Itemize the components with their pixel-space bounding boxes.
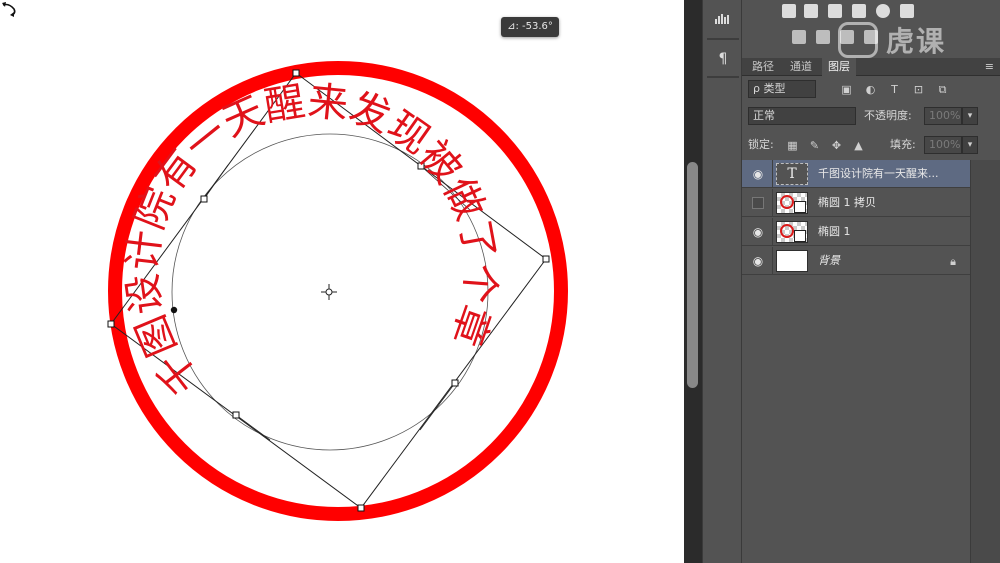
fill-label: 填充: [890, 138, 916, 151]
layer-filter-row: ρ 类型 ▣ ◐ T ⊡ ⧉ [742, 80, 1000, 100]
lock-transparent-icon[interactable]: ▦ [786, 139, 799, 152]
dock-divider [707, 38, 739, 40]
text-layer-thumbnail-icon: T [776, 163, 808, 185]
layer-name[interactable]: 椭圆 1 [818, 218, 958, 246]
vector-mask-icon [794, 201, 806, 213]
eye-column-divider [772, 189, 773, 217]
lock-position-icon[interactable]: ✥ [830, 139, 843, 152]
filter-pixel-icon[interactable]: ▣ [840, 83, 853, 96]
panel-tabs: 路径 通道 图层 ≡ [742, 58, 1000, 76]
ellipse-thumbnail-icon [780, 195, 794, 209]
scrollbar-thumb[interactable] [687, 162, 698, 388]
panel-menu-icon[interactable]: ≡ [985, 60, 994, 73]
layer-name[interactable]: 椭圆 1 拷贝 [818, 189, 958, 217]
eye-column-divider [772, 160, 773, 188]
document-canvas[interactable]: 千图设计院有一天醒来发现被做了个章 ⊿: -53.6° [0, 0, 684, 563]
balance-icon[interactable] [804, 4, 818, 18]
filter-smart-object-icon[interactable]: ⧉ [936, 83, 949, 96]
watermark-text: 虎课 [886, 25, 947, 58]
layer-row-background[interactable]: ◉ 背景 🔒︎ [742, 247, 970, 275]
camera-icon[interactable] [852, 4, 866, 18]
fill-dropdown-icon[interactable]: ▾ [962, 136, 978, 154]
histogram-icon[interactable] [709, 10, 737, 32]
path-control-line [203, 164, 229, 200]
background-thumbnail [776, 250, 808, 272]
rotate-cursor-icon [2, 2, 16, 17]
layer-row-ellipse-copy[interactable]: 椭圆 1 拷贝 [742, 189, 970, 217]
path-control-line [419, 382, 456, 431]
lock-image-brush-icon[interactable]: ✎ [808, 139, 821, 152]
eye-column-divider [772, 247, 773, 275]
tab-channels[interactable]: 通道 [784, 58, 818, 76]
color-circles-icon[interactable] [876, 4, 890, 18]
transform-handle[interactable] [292, 69, 300, 77]
layer-row-ellipse[interactable]: ◉ 椭圆 1 [742, 218, 970, 246]
layer-filter-select[interactable]: ρ 类型 [748, 80, 816, 98]
filter-shape-icon[interactable]: ⊡ [912, 83, 925, 96]
stamp-artwork: 千图设计院有一天醒来发现被做了个章 [107, 61, 568, 521]
opacity-label: 不透明度: [864, 109, 912, 122]
lock-icon[interactable]: 🔒︎ [950, 255, 956, 269]
vector-mask-icon [794, 230, 806, 242]
paragraph-icon[interactable]: ¶ [709, 48, 737, 70]
dock-divider [707, 76, 739, 78]
blend-mode-select[interactable]: 正常 [748, 107, 856, 125]
path-control-line [235, 414, 271, 441]
visibility-eye-icon[interactable]: ◉ [750, 167, 766, 181]
ellipse-thumbnail-icon [780, 224, 794, 238]
transform-handle[interactable] [200, 195, 208, 203]
opacity-field[interactable]: 100% [924, 107, 962, 125]
filter-type-icon[interactable]: T [888, 83, 901, 96]
filter-adjustment-icon[interactable]: ◐ [864, 83, 877, 96]
collapsed-panel-dock: ¶ [702, 0, 742, 563]
brush-icon[interactable] [792, 30, 806, 44]
transform-handle[interactable] [107, 320, 115, 328]
rotation-angle-tooltip: ⊿: -53.6° [501, 17, 559, 37]
tab-layers[interactable]: 图层 [822, 58, 856, 76]
layer-name[interactable]: 背景 [818, 247, 958, 275]
grid-icon[interactable] [900, 4, 914, 18]
layers-scroll-track[interactable] [970, 160, 1000, 563]
tab-paths[interactable]: 路径 [746, 58, 780, 76]
layers-empty-area [742, 276, 970, 563]
fill-field[interactable]: 100% [924, 136, 962, 154]
layers-panel-area: 路径 通道 图层 ≡ ρ 类型 ▣ ◐ T ⊡ ⧉ 正常 不透明度: 100% … [742, 0, 1000, 563]
lock-label: 锁定: [748, 138, 774, 151]
levels-icon[interactable] [782, 4, 796, 18]
transform-handle[interactable] [542, 255, 550, 263]
layer-name[interactable]: 千图设计院有一天醒来... [818, 160, 958, 188]
lock-row: 锁定: ▦ ✎ ✥ ▲ 填充: 100% ▾ [742, 136, 1000, 156]
eye-column-divider [772, 218, 773, 246]
transform-handle[interactable] [357, 504, 365, 512]
visibility-eye-icon[interactable]: ◉ [750, 254, 766, 268]
curves-icon[interactable] [828, 4, 842, 18]
lock-all-icon[interactable]: ▲ [852, 139, 865, 152]
gradient-icon[interactable] [816, 30, 830, 44]
opacity-dropdown-icon[interactable]: ▾ [962, 107, 978, 125]
layer-row-text[interactable]: ◉ T 千图设计院有一天醒来... [742, 160, 970, 188]
visibility-off-box[interactable] [752, 197, 764, 209]
visibility-eye-icon[interactable]: ◉ [750, 225, 766, 239]
transform-handle[interactable] [232, 411, 240, 419]
transform-handle[interactable] [451, 379, 459, 387]
blend-mode-row: 正常 不透明度: 100% ▾ [742, 107, 1000, 127]
transform-center-crosshair[interactable] [321, 284, 337, 300]
